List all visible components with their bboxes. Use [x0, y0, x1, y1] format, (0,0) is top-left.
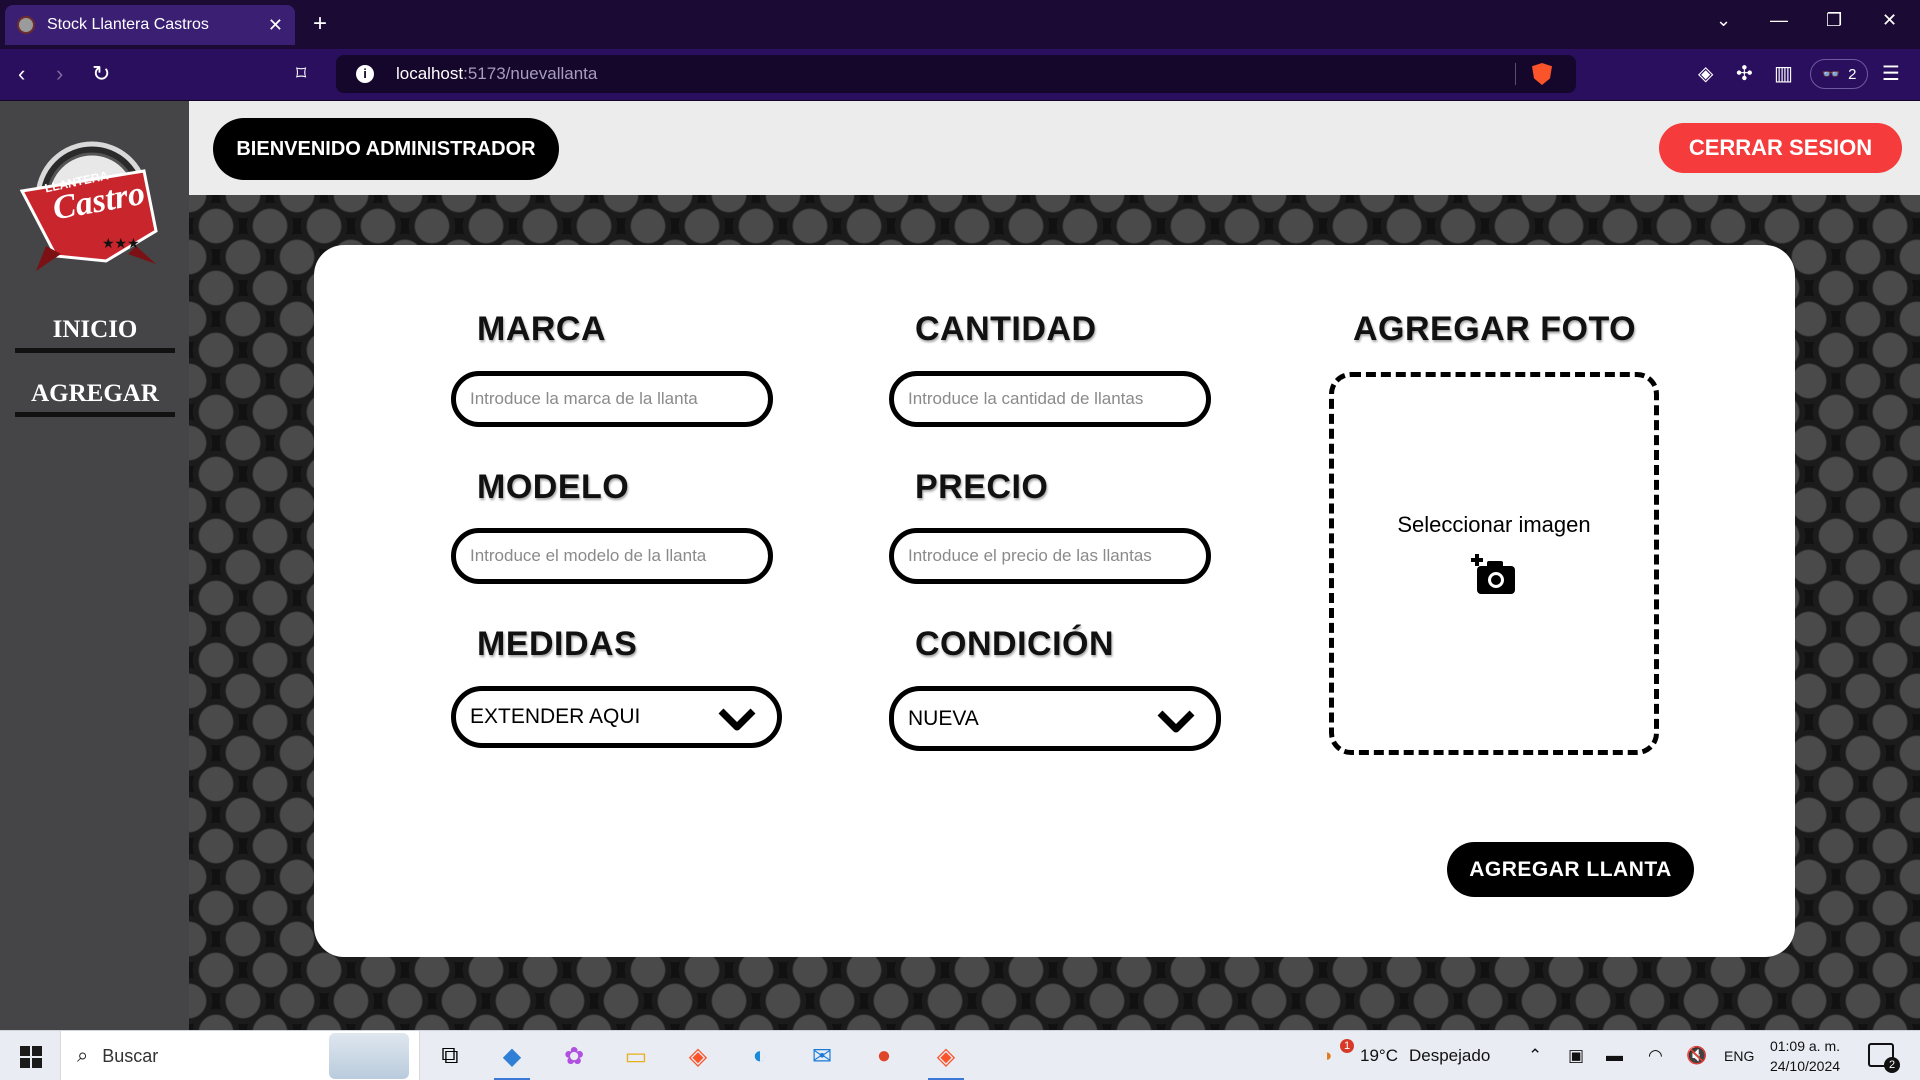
wps-office-icon[interactable]: ●	[864, 1037, 904, 1075]
chevron-down-icon	[718, 708, 756, 731]
weather-icon[interactable]: ◑	[1322, 1046, 1332, 1066]
taskbar-search[interactable]: ⌕ Buscar	[60, 1031, 420, 1080]
marca-label: MARCA	[477, 310, 607, 348]
clock-time: 01:09 a. m.	[1769, 1038, 1841, 1054]
image-drop-zone[interactable]: Seleccionar imagen	[1329, 372, 1659, 755]
cantidad-label: CANTIDAD	[915, 310, 1097, 348]
tab-search-chevron-icon[interactable]: ⌄	[1716, 10, 1731, 31]
medidas-label: MEDIDAS	[477, 625, 638, 663]
address-bar[interactable]: i localhost :5173/nuevallanta	[336, 55, 1576, 93]
condicion-label: CONDICIÓN	[915, 625, 1115, 663]
notification-center-icon[interactable]: 2	[1868, 1043, 1900, 1073]
minimize-icon[interactable]: —	[1770, 10, 1788, 31]
browser-tab-strip: Stock Llantera Castros ✕ + ⌄ — ❐ ✕	[0, 0, 1920, 49]
medidas-select[interactable]: EXTENDER AQUI	[451, 686, 782, 748]
windows-taskbar: ⌕ Buscar ⧉ ◆ ✿ ▭ ◈ ◐ ✉ ● ◈ ◑ 1 19°C Desp…	[0, 1030, 1920, 1080]
weather-condition: Despejado	[1409, 1046, 1491, 1065]
brave-shield-icon[interactable]	[1532, 63, 1552, 85]
sidebar-item-inicio[interactable]: INICIO	[15, 316, 175, 353]
url-divider	[1515, 63, 1516, 85]
file-explorer-icon[interactable]: ▭	[616, 1037, 656, 1075]
mail-icon[interactable]: ✉	[802, 1037, 842, 1075]
medidas-selected-value: EXTENDER AQUI	[470, 705, 641, 728]
profile-button[interactable]: 👓 2	[1810, 59, 1868, 89]
sidebar-item-agregar[interactable]: AGREGAR	[15, 380, 175, 417]
agregar-foto-label: AGREGAR FOTO	[1353, 310, 1637, 348]
url-host: localhost	[396, 64, 464, 83]
muted-speaker-icon[interactable]: 🔇	[1686, 1046, 1707, 1066]
restore-icon[interactable]: ❐	[1826, 10, 1842, 31]
reload-icon[interactable]: ↻	[92, 61, 110, 87]
brave-icon[interactable]: ◈	[678, 1037, 718, 1075]
logout-button[interactable]: CERRAR SESION	[1659, 123, 1902, 173]
show-hidden-icons-chevron-icon[interactable]: ⌃	[1528, 1046, 1542, 1066]
sidebar-toggle-icon[interactable]: ▥	[1774, 62, 1793, 86]
modelo-input[interactable]	[451, 528, 773, 584]
close-window-icon[interactable]: ✕	[1882, 10, 1897, 31]
extensions-puzzle-icon[interactable]: ✣	[1736, 62, 1753, 86]
site-info-icon[interactable]: i	[356, 65, 374, 83]
glasses-icon: 👓	[1821, 66, 1841, 83]
edge-icon[interactable]: ◐	[740, 1037, 780, 1075]
cantidad-input[interactable]	[889, 371, 1211, 427]
condicion-select[interactable]: NUEVA	[889, 686, 1221, 751]
system-clock[interactable]: 01:09 a. m. 24/10/2024	[1768, 1036, 1842, 1076]
modelo-label: MODELO	[477, 468, 630, 506]
condicion-selected-value: NUEVA	[908, 706, 979, 730]
chevron-down-icon	[1157, 710, 1195, 733]
bookmark-icon[interactable]: ⌑	[296, 61, 306, 87]
task-view-icon[interactable]: ⧉	[430, 1037, 470, 1075]
browser-toolbar: ‹ › ↻ ⌑ i localhost :5173/nuevallanta ◈ …	[0, 49, 1920, 101]
precio-label: PRECIO	[915, 468, 1049, 506]
wifi-icon[interactable]: ◠	[1648, 1046, 1663, 1066]
site-favicon-icon	[17, 16, 35, 34]
weather-temp: 19°C	[1360, 1046, 1398, 1065]
search-highlight-image	[329, 1033, 409, 1079]
copilot-icon[interactable]: ✿	[554, 1037, 594, 1075]
logo-stars: ★★★	[102, 235, 140, 251]
marca-input[interactable]	[451, 371, 773, 427]
new-tab-icon[interactable]: +	[313, 10, 327, 38]
select-image-text: Seleccionar imagen	[1397, 511, 1591, 537]
vscode-icon[interactable]: ◆	[492, 1037, 532, 1080]
profile-count: 2	[1848, 65, 1857, 83]
windows-start-icon[interactable]	[20, 1046, 42, 1068]
taskbar-search-text: Buscar	[102, 1045, 159, 1066]
precio-input[interactable]	[889, 528, 1211, 584]
camera-add-icon	[1471, 553, 1515, 594]
meet-now-icon[interactable]: ▣	[1568, 1046, 1584, 1066]
tab-title: Stock Llantera Castros	[47, 16, 209, 33]
close-tab-icon[interactable]: ✕	[268, 15, 283, 36]
brave-browser-active-icon[interactable]: ◈	[926, 1037, 966, 1080]
browser-tab[interactable]: Stock Llantera Castros ✕	[5, 5, 295, 45]
weather-alert-badge: 1	[1340, 1039, 1354, 1053]
back-icon[interactable]: ‹	[18, 61, 25, 87]
welcome-badge: BIENVENIDO ADMINISTRADOR	[213, 118, 559, 180]
language-indicator[interactable]: ENG	[1724, 1048, 1754, 1064]
clock-date: 24/10/2024	[1769, 1058, 1841, 1074]
battery-icon[interactable]: ▬	[1606, 1046, 1623, 1066]
url-path: :5173/nuevallanta	[463, 64, 598, 83]
llantera-castro-logo: Castro LLANTERA ★★★	[19, 141, 158, 271]
add-tire-submit-button[interactable]: AGREGAR LLANTA	[1447, 842, 1694, 897]
top-header: BIENVENIDO ADMINISTRADOR CERRAR SESION	[189, 101, 1920, 195]
menu-icon[interactable]: ☰	[1882, 62, 1900, 86]
notification-count: 2	[1884, 1057, 1900, 1073]
forward-icon[interactable]: ›	[56, 61, 63, 87]
extension-wallet-icon[interactable]: ◈	[1698, 62, 1713, 86]
search-icon: ⌕	[77, 1044, 89, 1067]
